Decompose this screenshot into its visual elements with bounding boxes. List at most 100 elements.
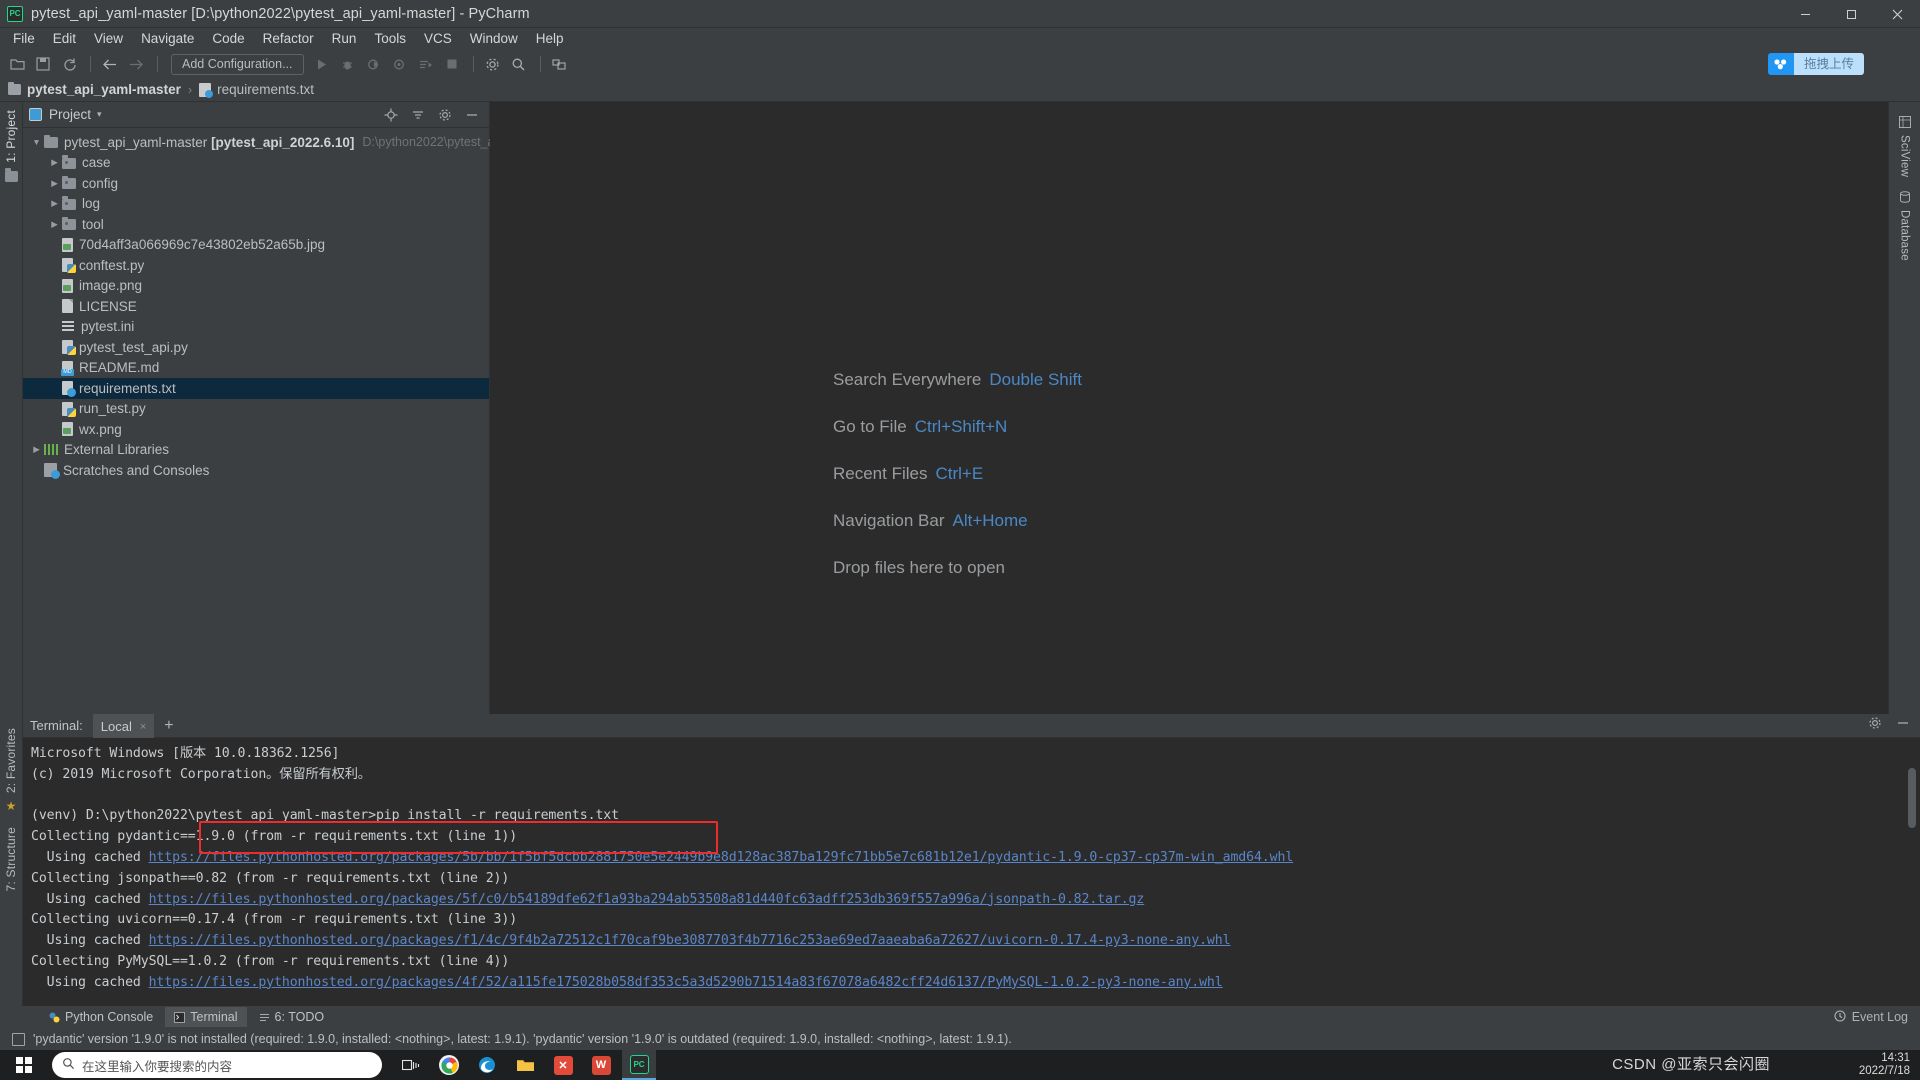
tree-item-70d4aff3a066969c7e43802eb52a65b-jpg[interactable]: 70d4aff3a066969c7e43802eb52a65b.jpg [23, 235, 489, 256]
run-with-console-icon[interactable] [414, 53, 438, 75]
back-arrow-icon[interactable] [98, 53, 122, 75]
add-terminal-tab-button[interactable]: + [154, 717, 183, 735]
run-icon[interactable] [310, 53, 334, 75]
close-icon[interactable]: × [140, 721, 146, 733]
editor-hint-shortcut: Ctrl+E [935, 464, 984, 483]
add-configuration-button[interactable]: Add Configuration... [171, 53, 304, 75]
xmind-icon[interactable]: ✕ [546, 1050, 580, 1080]
breadcrumb-file[interactable]: requirements.txt [199, 82, 314, 98]
wps-icon[interactable]: W [584, 1050, 618, 1080]
terminal-link[interactable]: https://files.pythonhosted.org/packages/… [149, 975, 1223, 990]
tab-todo[interactable]: 6: TODO [250, 1007, 334, 1027]
sync-icon[interactable] [57, 53, 81, 75]
sidebar-item-project[interactable]: 1: Project [4, 110, 18, 163]
chevron-right-icon[interactable]: ▶ [47, 219, 62, 230]
file-explorer-icon[interactable] [508, 1050, 542, 1080]
collapse-all-icon[interactable] [410, 107, 425, 122]
menu-vcs[interactable]: VCS [415, 29, 461, 49]
tree-item-log[interactable]: ▶ log [23, 194, 489, 215]
terminal-line: (venv) D:\python2022\pytest_api_yaml-mas… [31, 806, 1920, 827]
chevron-right-icon[interactable]: ▶ [47, 157, 62, 168]
event-log-button[interactable]: Event Log [1834, 1009, 1920, 1025]
forward-arrow-icon[interactable] [124, 53, 148, 75]
tree-item-config[interactable]: ▶ config [23, 173, 489, 194]
folder-icon[interactable] [5, 168, 18, 182]
tree-item-run-test-py[interactable]: run_test.py [23, 399, 489, 420]
menu-tools[interactable]: Tools [365, 29, 415, 49]
upload-button[interactable]: 拖拽上传 [1767, 53, 1864, 75]
editor-area[interactable]: Search Everywhere Double Shift Go to File C… [490, 102, 1888, 714]
terminal-link[interactable]: https://files.pythonhosted.org/packages/… [149, 933, 1231, 948]
tree-item-readme-md[interactable]: README.md [23, 358, 489, 379]
tree-item-requirements-txt[interactable]: requirements.txt [23, 378, 489, 399]
tree-item-wx-png[interactable]: wx.png [23, 419, 489, 440]
tree-item-case[interactable]: ▶ case [23, 153, 489, 174]
terminal-link[interactable]: https://files.pythonhosted.org/packages/… [149, 892, 1145, 907]
terminal-link[interactable]: https://files.pythonhosted.org/packages/… [149, 850, 1294, 865]
open-folder-icon[interactable] [5, 53, 29, 75]
menu-refactor[interactable]: Refactor [254, 29, 323, 49]
minimize-button[interactable] [1782, 0, 1828, 28]
chevron-right-icon[interactable]: ▶ [29, 444, 44, 455]
stop-icon[interactable] [440, 53, 464, 75]
settings-icon[interactable] [1868, 716, 1882, 735]
settings-icon[interactable] [437, 107, 452, 122]
notification-icon[interactable] [12, 1032, 25, 1046]
tree-item-pytest-api-yaml-master-pytest-api-2022-6-10[interactable]: ▼ pytest_api_yaml-master [pytest_api_2022… [23, 132, 511, 153]
tree-item-pytest-test-api-py[interactable]: pytest_test_api.py [23, 337, 489, 358]
settings-icon[interactable] [481, 53, 505, 75]
scrollbar-thumb[interactable] [1908, 768, 1916, 828]
sidebar-item-structure[interactable]: 7: Structure [4, 827, 18, 891]
menu-run[interactable]: Run [323, 29, 366, 49]
chevron-right-icon[interactable]: ▶ [47, 198, 62, 209]
sidebar-item-favorites[interactable]: 2: Favorites [4, 728, 18, 793]
tree-item-license[interactable]: LICENSE [23, 296, 489, 317]
taskbar-clock[interactable]: 14:31 2022/7/18 [1859, 1052, 1920, 1078]
edge-icon[interactable] [470, 1050, 504, 1080]
tree-item-image-png[interactable]: image.png [23, 276, 489, 297]
chevron-down-icon[interactable]: ▼ [29, 137, 44, 147]
taskbar-search-input[interactable]: 在这里输入你要搜索的内容 [52, 1052, 382, 1078]
chevron-right-icon[interactable]: ▶ [47, 178, 62, 189]
terminal-line: Microsoft Windows [版本 10.0.18362.1256] [31, 744, 1920, 765]
terminal-line-text: Collecting pydantic==1.9.0 (from -r requ… [31, 829, 518, 845]
menu-view[interactable]: View [85, 29, 132, 49]
terminal-tab-local[interactable]: Local × [92, 713, 155, 738]
tree-item-label: wx.png [79, 421, 122, 437]
debug-icon[interactable] [336, 53, 360, 75]
tab-python-console-label: Python Console [65, 1010, 154, 1024]
tab-terminal[interactable]: Terminal [165, 1007, 247, 1027]
windows-start-icon[interactable] [0, 1050, 48, 1080]
sidebar-item-database[interactable]: Database [1899, 191, 1911, 261]
sidebar-item-sciview[interactable]: SciView [1898, 116, 1911, 177]
terminal-scrollbar[interactable] [1908, 768, 1916, 1006]
menu-file[interactable]: File [4, 29, 44, 49]
tree-item-pytest-ini[interactable]: pytest.ini [23, 317, 489, 338]
hide-icon[interactable] [464, 107, 479, 122]
save-icon[interactable] [31, 53, 55, 75]
tree-item-scratches-and-consoles[interactable]: Scratches and Consoles [23, 460, 489, 481]
tree-item-conftest-py[interactable]: conftest.py [23, 255, 489, 276]
tree-item-external-libraries[interactable]: ▶ External Libraries [23, 440, 489, 461]
pycharm-taskbar-icon[interactable]: PC [622, 1050, 656, 1080]
task-view-icon[interactable] [394, 1050, 428, 1080]
close-button[interactable] [1874, 0, 1920, 28]
menu-code[interactable]: Code [203, 29, 253, 49]
breadcrumb-project[interactable]: pytest_api_yaml-master [8, 81, 181, 97]
layout-icon[interactable] [548, 53, 572, 75]
tab-python-console[interactable]: Python Console [40, 1007, 162, 1027]
hide-icon[interactable] [1896, 716, 1910, 735]
chrome-icon[interactable] [432, 1050, 466, 1080]
chevron-down-icon[interactable]: ▾ [97, 109, 102, 120]
terminal-output[interactable]: Microsoft Windows [版本 10.0.18362.1256] (c… [23, 738, 1920, 1006]
search-icon[interactable] [507, 53, 531, 75]
menu-window[interactable]: Window [461, 29, 527, 49]
menu-navigate[interactable]: Navigate [132, 29, 203, 49]
locate-icon[interactable] [383, 107, 398, 122]
maximize-button[interactable] [1828, 0, 1874, 28]
profile-icon[interactable] [388, 53, 412, 75]
tree-item-tool[interactable]: ▶ tool [23, 214, 489, 235]
menu-edit[interactable]: Edit [44, 29, 85, 49]
menu-help[interactable]: Help [527, 29, 573, 49]
run-coverage-icon[interactable] [362, 53, 386, 75]
